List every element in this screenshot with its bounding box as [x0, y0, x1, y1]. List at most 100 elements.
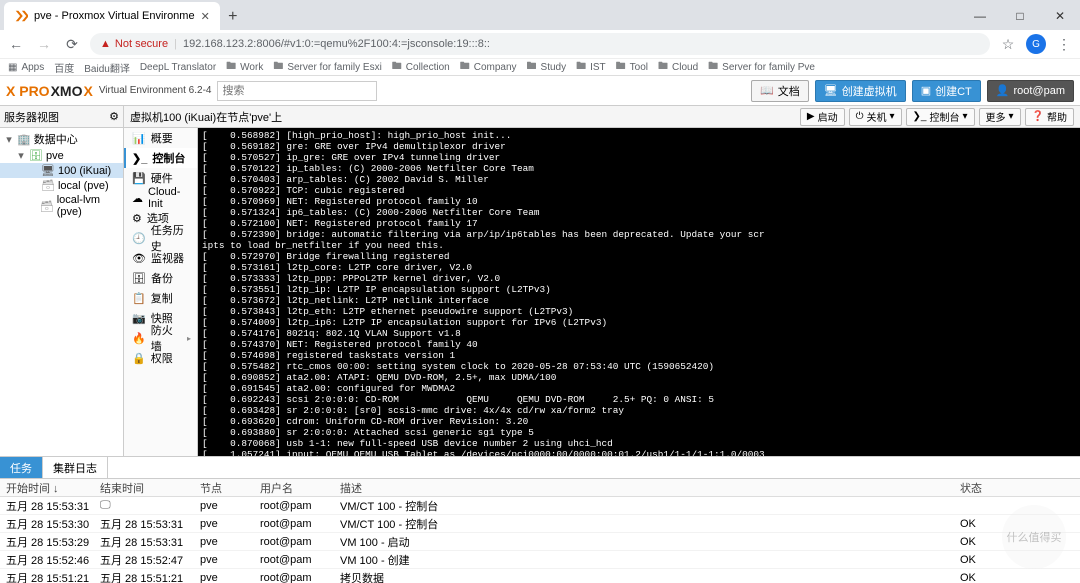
- tab-tasks[interactable]: 任务: [0, 457, 43, 478]
- settings-icon[interactable]: ⚙: [109, 110, 119, 123]
- bookmark-star-icon[interactable]: ☆: [998, 36, 1018, 53]
- bookmark-folder-pve[interactable]: 🖿Server for family Pve: [708, 59, 815, 76]
- window-maximize[interactable]: □: [1000, 2, 1040, 30]
- task-row[interactable]: 五月 28 15:53:29五月 28 15:53:31pveroot@pamV…: [0, 533, 1080, 551]
- cell-desc: 拷贝数据: [340, 570, 960, 583]
- menu-label: 概要: [151, 130, 173, 146]
- browser-tab[interactable]: pve - Proxmox Virtual Environme ✕: [4, 2, 220, 30]
- help-button[interactable]: ❓帮助: [1025, 108, 1074, 126]
- view-selector[interactable]: 服务器视图 ⚙: [0, 106, 123, 128]
- menu-item-8[interactable]: 📋复制: [124, 288, 197, 308]
- menu-item-10[interactable]: 🔥防火墙▸: [124, 328, 197, 348]
- cell-user: root@pam: [260, 500, 340, 512]
- menu-item-2[interactable]: 💾 硬件: [124, 168, 197, 188]
- col-status[interactable]: 状态: [960, 480, 1080, 496]
- cell-user: root@pam: [260, 572, 340, 583]
- not-secure-label: Not secure: [115, 38, 168, 50]
- menu-item-1[interactable]: ❯_控制台: [124, 148, 197, 168]
- vm-more-button[interactable]: 更多▾: [979, 108, 1021, 126]
- bookmark-folder-ist[interactable]: 🖿IST: [576, 59, 606, 76]
- tab-cluster-log[interactable]: 集群日志: [43, 457, 108, 478]
- task-row[interactable]: 五月 28 15:51:21五月 28 15:51:21pveroot@pam拷…: [0, 569, 1080, 583]
- tree-datacenter[interactable]: ▾🏢数据中心: [0, 130, 123, 148]
- bookmark-folder-tool[interactable]: 🖿Tool: [616, 59, 648, 76]
- task-row[interactable]: 五月 28 15:53:31🖵pveroot@pamVM/CT 100 - 控制…: [0, 497, 1080, 515]
- security-warning[interactable]: ▲ Not secure: [100, 38, 168, 50]
- monitor-icon: 🖥: [41, 164, 55, 177]
- menu-item-3[interactable]: ☁Cloud-Init: [124, 188, 197, 208]
- nav-reload[interactable]: ⟳: [62, 36, 82, 53]
- bookmark-baidu[interactable]: 百度: [54, 60, 74, 75]
- chevron-down-icon: ▾: [962, 111, 967, 122]
- bookmark-folder-study[interactable]: 🖿Study: [527, 59, 567, 76]
- watermark: 什么值得买: [1002, 505, 1066, 569]
- cell-node: pve: [200, 500, 260, 512]
- user-menu-button[interactable]: 👤root@pam: [987, 80, 1074, 102]
- cell-start: 五月 28 15:53:31: [0, 498, 100, 514]
- bookmark-baidu-trans[interactable]: Baidu翻译: [84, 60, 130, 75]
- docs-button[interactable]: 📖文档: [751, 80, 809, 102]
- cell-end: 五月 28 15:52:47: [100, 552, 200, 568]
- cell-end: 五月 28 15:53:31: [100, 516, 200, 532]
- address-bar[interactable]: ▲ Not secure | 192.168.123.2:8006/#v1:0:…: [90, 33, 990, 55]
- task-row[interactable]: 五月 28 15:53:30五月 28 15:53:31pveroot@pamV…: [0, 515, 1080, 533]
- vm-start-button[interactable]: ▶启动: [800, 108, 845, 126]
- proxmox-logo[interactable]: X PROXMOX: [6, 83, 93, 99]
- bookmark-folder-cloud[interactable]: 🖿Cloud: [658, 59, 698, 76]
- menu-item-7[interactable]: 🗄备份: [124, 268, 197, 288]
- warning-triangle-icon: ▲: [100, 38, 111, 50]
- menu-icon: ⚙: [132, 212, 142, 225]
- col-user[interactable]: 用户名: [260, 480, 340, 496]
- bookmark-folder-company[interactable]: 🖿Company: [460, 59, 517, 76]
- browser-menu-icon[interactable]: ⋮: [1054, 36, 1074, 53]
- vm-console-button[interactable]: ❯_控制台▾: [906, 108, 975, 126]
- create-ct-button[interactable]: ▣创建CT: [912, 80, 981, 102]
- cell-node: pve: [200, 554, 260, 566]
- bookmark-folder-work[interactable]: 🖿Work: [226, 59, 263, 76]
- nav-back[interactable]: ←: [6, 36, 26, 52]
- col-end[interactable]: 结束时间: [100, 480, 200, 496]
- tree-storage-local[interactable]: 🗃local (pve): [0, 178, 123, 193]
- global-search-input[interactable]: [217, 81, 377, 101]
- tree-node-pve[interactable]: ▾🗄pve: [0, 148, 123, 163]
- menu-item-11[interactable]: 🔒权限: [124, 348, 197, 368]
- create-vm-button[interactable]: 🖥创建虚拟机: [815, 80, 906, 102]
- col-start[interactable]: 开始时间 ↓: [0, 480, 100, 496]
- menu-label: 备份: [151, 270, 173, 286]
- col-desc[interactable]: 描述: [340, 480, 960, 496]
- menu-item-5[interactable]: 🕘任务历史: [124, 228, 197, 248]
- vm-shutdown-button[interactable]: ⏻关机▾: [849, 108, 902, 126]
- profile-avatar[interactable]: G: [1026, 34, 1046, 54]
- bookmark-folder-esxi[interactable]: 🖿Server for family Esxi: [273, 59, 381, 76]
- vm-console-output[interactable]: [ 0.568982] [high_prio_host]: high_prio_…: [198, 128, 1080, 456]
- folder-icon: 🖿: [616, 59, 626, 76]
- task-grid: 开始时间 ↓ 结束时间 节点 用户名 描述 状态 五月 28 15:53:31🖵…: [0, 479, 1080, 583]
- chevron-down-icon: ▾: [1009, 111, 1014, 122]
- bookmark-label: DeepL Translator: [140, 62, 216, 73]
- logo-part-b: XMO: [51, 83, 83, 99]
- menu-item-0[interactable]: 📊概要: [124, 128, 197, 148]
- tree-storage-lvm[interactable]: 🗃local-lvm (pve): [0, 193, 123, 219]
- new-tab-button[interactable]: +: [220, 4, 246, 30]
- task-row[interactable]: 五月 28 15:52:46五月 28 15:52:47pveroot@pamV…: [0, 551, 1080, 569]
- tree-vm-100[interactable]: 🖥100 (iKuai): [0, 163, 123, 178]
- version-label: Virtual Environment 6.2-4: [99, 85, 212, 96]
- window-minimize[interactable]: —: [960, 2, 1000, 30]
- apps-shortcut[interactable]: ▦ Apps: [8, 62, 44, 73]
- bookmark-deepl[interactable]: DeepL Translator: [140, 62, 216, 73]
- bookmark-folder-collection[interactable]: 🖿Collection: [392, 59, 450, 76]
- folder-icon: 🖿: [226, 59, 236, 76]
- menu-icon: 💾: [132, 172, 146, 185]
- cube-icon: ▣: [921, 84, 931, 97]
- menu-icon: 🕘: [132, 232, 146, 245]
- expand-icon[interactable]: ▾: [4, 133, 14, 146]
- col-node[interactable]: 节点: [200, 480, 260, 496]
- window-close[interactable]: ✕: [1040, 2, 1080, 30]
- menu-label: 硬件: [151, 170, 173, 186]
- tab-close-icon[interactable]: ✕: [201, 10, 210, 23]
- cell-desc: VM 100 - 启动: [340, 534, 960, 550]
- apps-label: Apps: [21, 62, 44, 73]
- menu-label: 权限: [151, 350, 173, 366]
- menu-icon: ❯_: [132, 152, 147, 165]
- expand-icon[interactable]: ▾: [16, 149, 26, 162]
